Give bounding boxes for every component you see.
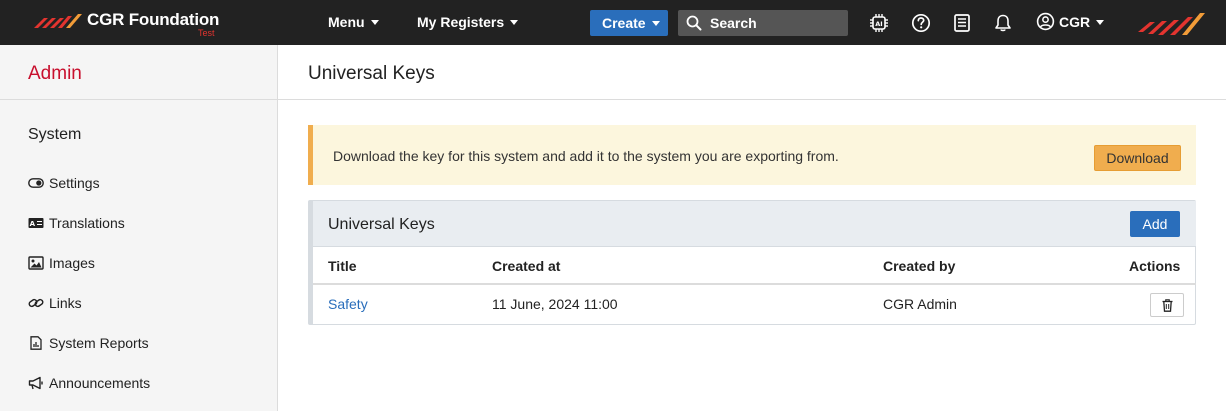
column-header-title: Title — [328, 258, 357, 274]
my-registers-label: My Registers — [417, 14, 505, 30]
link-icon — [28, 298, 44, 308]
help-icon[interactable] — [911, 13, 931, 33]
report-icon — [30, 336, 42, 350]
sidebar-item-settings[interactable]: Settings — [28, 175, 100, 191]
user-menu-dropdown[interactable]: CGR — [1036, 12, 1105, 31]
chevron-down-icon — [651, 21, 660, 26]
sidebar-item-announcements[interactable]: Announcements — [28, 375, 150, 391]
toggle-icon — [28, 178, 44, 188]
download-button[interactable]: Download — [1094, 145, 1181, 171]
sidebar-item-label: Links — [49, 295, 82, 311]
ai-chip-icon[interactable]: AI — [869, 13, 889, 33]
chevron-down-icon — [1096, 20, 1105, 25]
search-box[interactable] — [678, 10, 848, 36]
delete-button[interactable] — [1150, 293, 1184, 317]
sidebar-item-system-reports[interactable]: System Reports — [28, 335, 149, 351]
table-row: Safety 11 June, 2024 11:00 CGR Admin — [313, 286, 1196, 324]
column-header-created-by: Created by — [883, 258, 956, 274]
bell-icon[interactable] — [993, 13, 1013, 33]
chevron-down-icon — [510, 20, 519, 25]
my-registers-dropdown[interactable]: My Registers — [417, 14, 519, 30]
cgr-logo-icon — [1138, 13, 1205, 35]
alert-message: Download the key for this system and add… — [333, 148, 839, 164]
book-icon[interactable] — [952, 13, 972, 33]
column-header-actions: Actions — [1129, 258, 1181, 274]
top-navigation-bar: CGR Foundation Test Menu My Registers Cr… — [0, 0, 1226, 45]
create-label: Create — [602, 15, 646, 31]
image-icon — [28, 256, 44, 270]
sidebar-item-translations[interactable]: A Translations — [28, 215, 125, 231]
sidebar-item-links[interactable]: Links — [28, 295, 82, 311]
sidebar-item-label: System Reports — [49, 335, 149, 351]
created-at-cell: 11 June, 2024 11:00 — [492, 296, 618, 312]
panel-title: Universal Keys — [328, 216, 435, 233]
translate-icon: A — [28, 218, 44, 228]
column-header-created-at: Created at — [492, 258, 561, 274]
sidebar-title: Admin — [28, 63, 82, 84]
info-alert: Download the key for this system and add… — [308, 125, 1196, 185]
sidebar-item-label: Announcements — [49, 375, 151, 391]
sidebar-item-images[interactable]: Images — [28, 255, 95, 271]
menu-dropdown[interactable]: Menu — [328, 14, 379, 30]
environment-badge: Test — [198, 28, 215, 38]
key-title-link[interactable]: Safety — [328, 296, 368, 312]
megaphone-icon — [28, 376, 43, 390]
cgr-logo-icon — [34, 14, 82, 28]
sidebar-section-title: System — [28, 126, 82, 143]
svg-text:AI: AI — [875, 20, 882, 28]
sidebar-item-label: Images — [49, 255, 95, 271]
user-label: CGR — [1059, 14, 1091, 30]
add-button[interactable]: Add — [1130, 211, 1180, 237]
universal-keys-panel: Universal Keys Add Title Created at Crea… — [308, 200, 1196, 325]
page-header: Universal Keys — [278, 45, 1226, 100]
sidebar-item-label: Translations — [49, 215, 125, 231]
created-by-cell: CGR Admin — [883, 296, 957, 312]
chevron-down-icon — [370, 20, 379, 25]
trash-icon — [1162, 299, 1173, 312]
search-input[interactable] — [710, 10, 840, 36]
create-button[interactable]: Create — [590, 10, 668, 36]
sidebar-item-label: Settings — [49, 175, 100, 191]
sidebar: Admin System Settings A Translations Imag… — [0, 45, 278, 411]
menu-label: Menu — [328, 14, 365, 30]
svg-text:A: A — [30, 220, 36, 228]
sidebar-header: Admin — [0, 45, 277, 100]
page-title: Universal Keys — [308, 63, 435, 84]
panel-header: Universal Keys Add — [313, 201, 1196, 247]
brand-name: CGR Foundation — [87, 10, 220, 29]
search-icon — [686, 15, 702, 31]
table-header: Title Created at Created by Actions — [313, 247, 1196, 285]
user-circle-icon — [1036, 12, 1055, 31]
